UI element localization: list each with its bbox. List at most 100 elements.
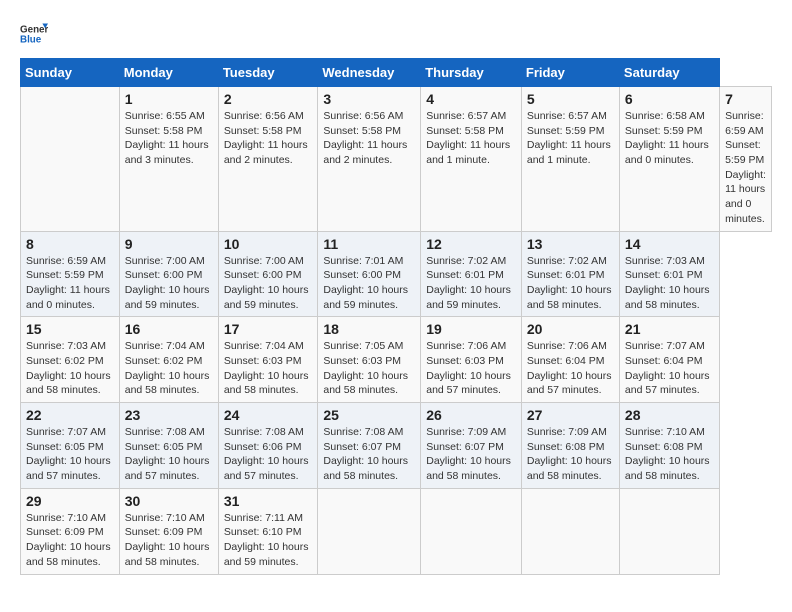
calendar-cell: 14 Sunrise: 7:03 AMSunset: 6:01 PMDayligh…: [619, 231, 719, 317]
calendar-cell: 2 Sunrise: 6:56 AMSunset: 5:58 PMDaylight…: [218, 87, 318, 232]
svg-text:Blue: Blue: [20, 34, 42, 45]
calendar-cell: [318, 488, 421, 574]
calendar-cell: 10Sunrise: 7:00 AMSunset: 6:00 PMDayligh…: [218, 231, 318, 317]
day-info: Sunrise: 7:10 AMSunset: 6:09 PMDaylight:…: [26, 511, 114, 570]
day-info: Sunrise: 7:07 AMSunset: 6:04 PMDaylight:…: [625, 339, 714, 398]
day-number: 24: [224, 407, 313, 423]
calendar-cell: 12 Sunrise: 7:02 AMSunset: 6:01 PMDayligh…: [421, 231, 522, 317]
day-number: 10: [224, 236, 313, 252]
calendar-cell: [521, 488, 619, 574]
day-number: 3: [323, 91, 415, 107]
calendar-cell: 18 Sunrise: 7:05 AMSunset: 6:03 PMDayligh…: [318, 317, 421, 403]
day-number: 6: [625, 91, 714, 107]
day-info: Sunrise: 7:00 AMSunset: 6:00 PMDaylight:…: [125, 254, 213, 313]
calendar-cell: 17Sunrise: 7:04 AMSunset: 6:03 PMDayligh…: [218, 317, 318, 403]
calendar-cell: 16 Sunrise: 7:04 AMSunset: 6:02 PMDayligh…: [119, 317, 218, 403]
calendar-week-row: 1Sunrise: 6:55 AMSunset: 5:58 PMDaylight…: [21, 87, 772, 232]
calendar-cell: 15 Sunrise: 7:03 AMSunset: 6:02 PMDayligh…: [21, 317, 120, 403]
day-number: 21: [625, 321, 714, 337]
calendar-cell: 3 Sunrise: 6:56 AMSunset: 5:58 PMDaylight…: [318, 87, 421, 232]
day-info: Sunrise: 7:10 AMSunset: 6:09 PMDaylight:…: [125, 511, 213, 570]
calendar-cell: 6 Sunrise: 6:58 AMSunset: 5:59 PMDaylight…: [619, 87, 719, 232]
day-number: 18: [323, 321, 415, 337]
calendar-cell: [421, 488, 522, 574]
day-number: 2: [224, 91, 313, 107]
column-header-sunday: Sunday: [21, 59, 120, 87]
day-info: Sunrise: 7:07 AMSunset: 6:05 PMDaylight:…: [26, 425, 114, 484]
calendar-cell: 20Sunrise: 7:06 AMSunset: 6:04 PMDayligh…: [521, 317, 619, 403]
day-info: Sunrise: 7:08 AMSunset: 6:07 PMDaylight:…: [323, 425, 415, 484]
calendar-cell: 4Sunrise: 6:57 AMSunset: 5:58 PMDaylight…: [421, 87, 522, 232]
calendar-cell: 21 Sunrise: 7:07 AMSunset: 6:04 PMDayligh…: [619, 317, 719, 403]
day-number: 26: [426, 407, 516, 423]
day-number: 31: [224, 493, 313, 509]
day-number: 19: [426, 321, 516, 337]
day-info: Sunrise: 7:11 AMSunset: 6:10 PMDaylight:…: [224, 511, 313, 570]
calendar-cell: 1Sunrise: 6:55 AMSunset: 5:58 PMDaylight…: [119, 87, 218, 232]
day-info: Sunrise: 6:57 AMSunset: 5:59 PMDaylight:…: [527, 109, 614, 168]
day-number: 17: [224, 321, 313, 337]
day-info: Sunrise: 7:05 AMSunset: 6:03 PMDaylight:…: [323, 339, 415, 398]
calendar-cell: 13 Sunrise: 7:02 AMSunset: 6:01 PMDayligh…: [521, 231, 619, 317]
day-number: 15: [26, 321, 114, 337]
calendar-cell: 7 Sunrise: 6:59 AMSunset: 5:59 PMDaylight…: [720, 87, 772, 232]
calendar-cell: 5 Sunrise: 6:57 AMSunset: 5:59 PMDaylight…: [521, 87, 619, 232]
calendar-cell: 11Sunrise: 7:01 AMSunset: 6:00 PMDayligh…: [318, 231, 421, 317]
day-number: 23: [125, 407, 213, 423]
day-info: Sunrise: 6:56 AMSunset: 5:58 PMDaylight:…: [323, 109, 415, 168]
calendar-cell: 27Sunrise: 7:09 AMSunset: 6:08 PMDayligh…: [521, 403, 619, 489]
calendar-cell: 31 Sunrise: 7:11 AMSunset: 6:10 PMDayligh…: [218, 488, 318, 574]
logo: General Blue: [20, 20, 48, 48]
general-blue-logo-icon: General Blue: [20, 20, 48, 48]
day-info: Sunrise: 6:58 AMSunset: 5:59 PMDaylight:…: [625, 109, 714, 168]
column-header-friday: Friday: [521, 59, 619, 87]
day-number: 9: [125, 236, 213, 252]
day-info: Sunrise: 7:03 AMSunset: 6:02 PMDaylight:…: [26, 339, 114, 398]
calendar-cell: [21, 87, 120, 232]
calendar-week-row: 22Sunrise: 7:07 AMSunset: 6:05 PMDayligh…: [21, 403, 772, 489]
day-number: 20: [527, 321, 614, 337]
day-number: 28: [625, 407, 714, 423]
calendar-header-row: SundayMondayTuesdayWednesdayThursdayFrid…: [21, 59, 772, 87]
day-info: Sunrise: 6:56 AMSunset: 5:58 PMDaylight:…: [224, 109, 313, 168]
calendar-week-row: 8 Sunrise: 6:59 AMSunset: 5:59 PMDaylight…: [21, 231, 772, 317]
calendar-week-row: 29Sunrise: 7:10 AMSunset: 6:09 PMDayligh…: [21, 488, 772, 574]
day-info: Sunrise: 7:09 AMSunset: 6:08 PMDaylight:…: [527, 425, 614, 484]
day-info: Sunrise: 7:02 AMSunset: 6:01 PMDaylight:…: [426, 254, 516, 313]
day-info: Sunrise: 7:06 AMSunset: 6:03 PMDaylight:…: [426, 339, 516, 398]
calendar-week-row: 15 Sunrise: 7:03 AMSunset: 6:02 PMDayligh…: [21, 317, 772, 403]
day-number: 14: [625, 236, 714, 252]
calendar-cell: 28 Sunrise: 7:10 AMSunset: 6:08 PMDayligh…: [619, 403, 719, 489]
day-info: Sunrise: 7:04 AMSunset: 6:02 PMDaylight:…: [125, 339, 213, 398]
day-info: Sunrise: 7:10 AMSunset: 6:08 PMDaylight:…: [625, 425, 714, 484]
day-number: 13: [527, 236, 614, 252]
day-number: 5: [527, 91, 614, 107]
column-header-thursday: Thursday: [421, 59, 522, 87]
day-number: 12: [426, 236, 516, 252]
calendar-body: 1Sunrise: 6:55 AMSunset: 5:58 PMDaylight…: [21, 87, 772, 575]
calendar-table: SundayMondayTuesdayWednesdayThursdayFrid…: [20, 58, 772, 575]
day-info: Sunrise: 7:08 AMSunset: 6:05 PMDaylight:…: [125, 425, 213, 484]
calendar-cell: 29Sunrise: 7:10 AMSunset: 6:09 PMDayligh…: [21, 488, 120, 574]
day-info: Sunrise: 7:03 AMSunset: 6:01 PMDaylight:…: [625, 254, 714, 313]
day-info: Sunrise: 7:02 AMSunset: 6:01 PMDaylight:…: [527, 254, 614, 313]
column-header-saturday: Saturday: [619, 59, 719, 87]
day-info: Sunrise: 6:59 AMSunset: 5:59 PMDaylight:…: [725, 109, 766, 227]
calendar-cell: 24 Sunrise: 7:08 AMSunset: 6:06 PMDayligh…: [218, 403, 318, 489]
day-info: Sunrise: 7:08 AMSunset: 6:06 PMDaylight:…: [224, 425, 313, 484]
calendar-cell: 25 Sunrise: 7:08 AMSunset: 6:07 PMDayligh…: [318, 403, 421, 489]
day-number: 25: [323, 407, 415, 423]
day-number: 8: [26, 236, 114, 252]
calendar-cell: 19 Sunrise: 7:06 AMSunset: 6:03 PMDayligh…: [421, 317, 522, 403]
day-number: 7: [725, 91, 766, 107]
calendar-cell: 8 Sunrise: 6:59 AMSunset: 5:59 PMDaylight…: [21, 231, 120, 317]
day-info: Sunrise: 7:01 AMSunset: 6:00 PMDaylight:…: [323, 254, 415, 313]
day-number: 16: [125, 321, 213, 337]
day-info: Sunrise: 6:55 AMSunset: 5:58 PMDaylight:…: [125, 109, 213, 168]
day-info: Sunrise: 6:59 AMSunset: 5:59 PMDaylight:…: [26, 254, 114, 313]
day-info: Sunrise: 7:09 AMSunset: 6:07 PMDaylight:…: [426, 425, 516, 484]
calendar-cell: 9 Sunrise: 7:00 AMSunset: 6:00 PMDaylight…: [119, 231, 218, 317]
calendar-cell: 26 Sunrise: 7:09 AMSunset: 6:07 PMDayligh…: [421, 403, 522, 489]
page-header: General Blue: [20, 20, 772, 48]
calendar-cell: 22Sunrise: 7:07 AMSunset: 6:05 PMDayligh…: [21, 403, 120, 489]
